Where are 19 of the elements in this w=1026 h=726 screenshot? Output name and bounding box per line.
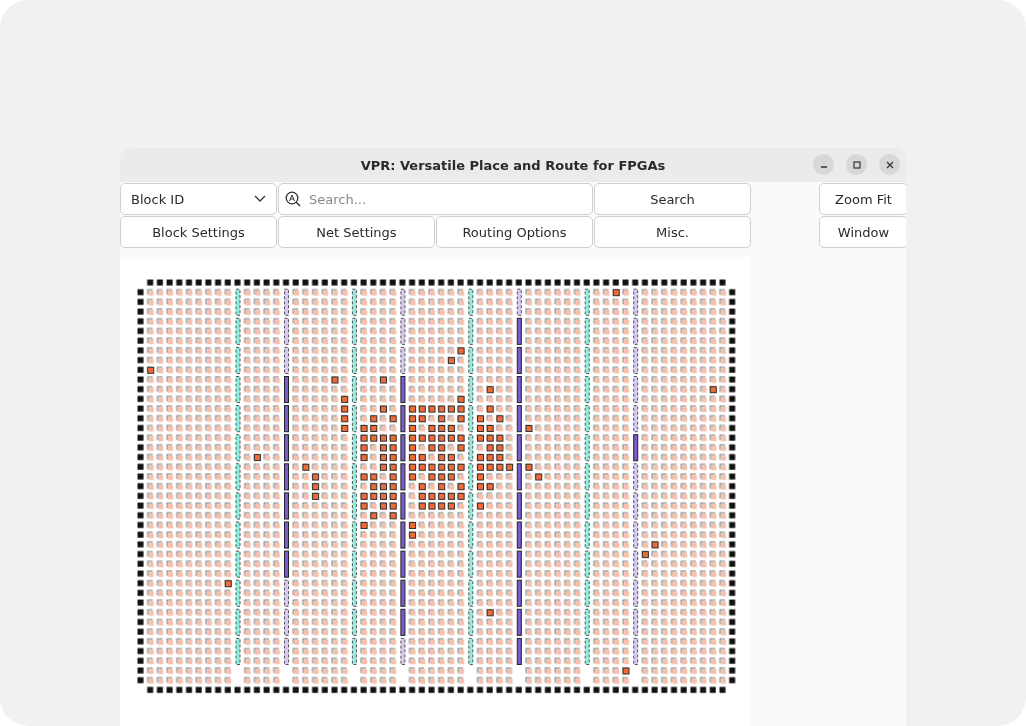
toolbar-button[interactable]: Zoom Fit xyxy=(819,183,906,215)
search-input[interactable]: Search... xyxy=(307,190,586,208)
search-button[interactable]: Search xyxy=(594,183,751,215)
close-icon xyxy=(884,159,895,170)
search-icon xyxy=(285,191,301,207)
toolbar-button[interactable]: Misc. xyxy=(594,216,751,248)
window-title: VPR: Versatile Place and Route for FPGAs xyxy=(360,157,666,173)
maximize-button[interactable] xyxy=(846,154,867,175)
minimize-icon xyxy=(819,166,828,168)
search-bar[interactable]: Search... xyxy=(278,183,593,215)
minimize-button[interactable] xyxy=(813,154,834,175)
close-button[interactable] xyxy=(879,154,900,175)
toolbar-button[interactable]: Window xyxy=(819,216,906,248)
toolbar-button[interactable]: Block Settings xyxy=(120,216,277,248)
toolbar-button[interactable]: Routing Options xyxy=(436,216,593,248)
chevron-icon xyxy=(254,195,266,203)
block-id-dropdown[interactable]: Block ID xyxy=(120,183,277,215)
toolbar-button[interactable]: Net Settings xyxy=(278,216,435,248)
maximize-icon xyxy=(851,159,862,170)
